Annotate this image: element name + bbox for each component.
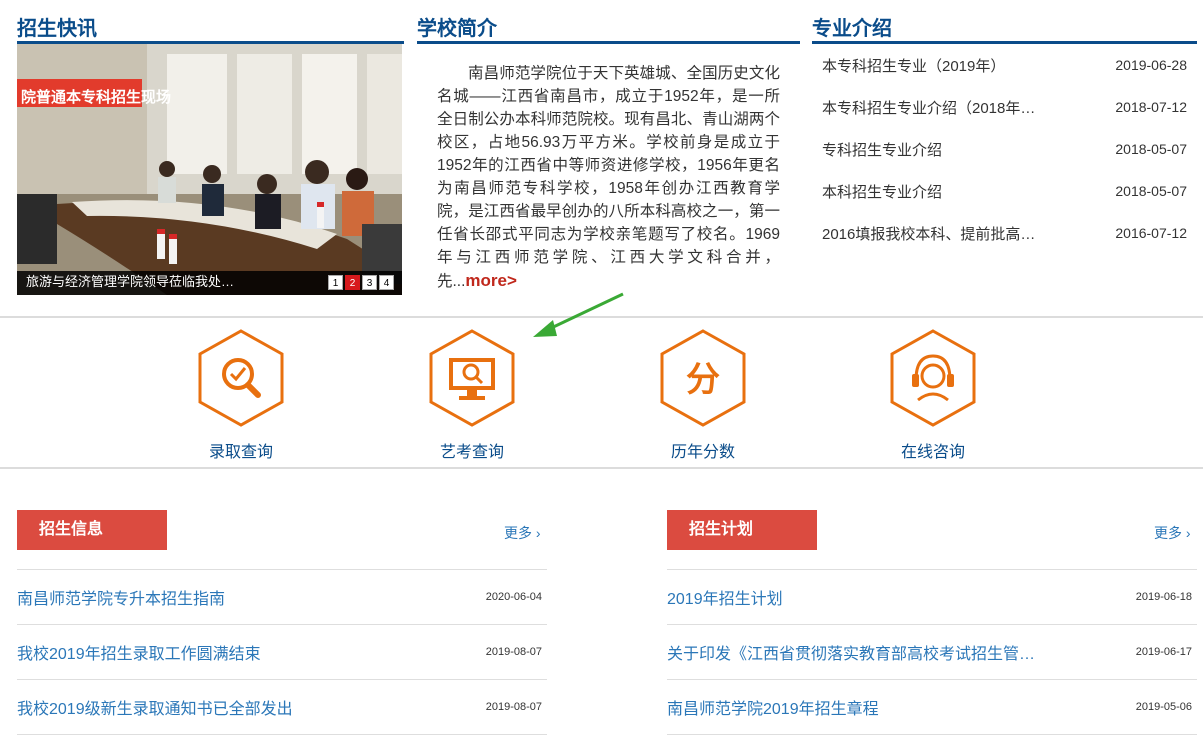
list-item[interactable]: 本科招生专业介绍 2018-05-07 xyxy=(812,170,1197,212)
intro-text: 南昌师范学院位于天下英雄城、全国历史文化名城——江西省南昌市，成立于1952年，… xyxy=(437,62,780,293)
list-item[interactable]: 本专科招生专业（2019年） 2019-06-28 xyxy=(812,44,1197,86)
slide-dot-2[interactable]: 2 xyxy=(345,275,360,290)
admissions-plan-list: 2019年招生计划 2019-06-18 关于印发《江西省贯彻落实教育部高校考试招… xyxy=(667,570,1197,735)
majors-list: 本专科招生专业（2019年） 2019-06-28 本专科招生专业介绍（2018年… xyxy=(812,44,1197,254)
slide-dot-1[interactable]: 1 xyxy=(328,275,343,290)
intro-body: 南昌师范学院位于天下英雄城、全国历史文化名城——江西省南昌市，成立于1952年，… xyxy=(437,65,780,290)
quick-link-label: 历年分数 xyxy=(670,444,735,461)
admissions-plan-item-title[interactable]: 南昌师范学院2019年招生章程 xyxy=(667,695,879,719)
score-icon: 分 xyxy=(660,329,746,427)
section-divider-bottom xyxy=(0,467,1203,469)
major-item-date: 2018-05-07 xyxy=(1115,141,1187,157)
slide-dot-4[interactable]: 4 xyxy=(379,275,394,290)
list-item[interactable]: 南昌师范学院专升本招生指南 2020-06-04 xyxy=(17,570,547,625)
major-item-date: 2016-07-12 xyxy=(1115,225,1187,241)
headset-icon xyxy=(890,329,976,427)
list-item[interactable]: 2019年招生计划 2019-06-18 xyxy=(667,570,1197,625)
quick-link-label: 录取查询 xyxy=(208,444,273,461)
admissions-info-tab: 招生信息 xyxy=(17,510,167,550)
slide-pager: 1 2 3 4 xyxy=(328,275,394,290)
admissions-info-list: 南昌师范学院专升本招生指南 2020-06-04 我校2019年招生录取工作圆满结… xyxy=(17,570,547,735)
major-item-title[interactable]: 2016填报我校本科、提前批高… xyxy=(822,223,1035,244)
quick-link-label: 在线咨询 xyxy=(900,444,965,461)
admissions-info-item-date: 2020-06-04 xyxy=(485,591,542,603)
admissions-plan-item-date: 2019-06-18 xyxy=(1135,591,1192,603)
list-item[interactable]: 2016填报我校本科、提前批高… 2016-07-12 xyxy=(812,212,1197,254)
major-item-title[interactable]: 本专科招生专业介绍（2018年… xyxy=(822,97,1035,118)
list-item[interactable]: 我校2019年招生录取工作圆满结束 2019-08-07 xyxy=(17,625,547,680)
monitor-search-icon xyxy=(429,329,515,427)
quick-link-art-exam-query[interactable]: 艺考查询 xyxy=(392,328,552,462)
admissions-plan-item-title[interactable]: 关于印发《江西省贯彻落实教育部高校考试招生管… xyxy=(667,640,1035,664)
admissions-info-more-link[interactable]: 更多 › xyxy=(504,523,541,543)
score-glyph: 分 xyxy=(686,360,720,400)
slide-caption[interactable]: 旅游与经济管理学院领导莅临我处… xyxy=(26,271,234,290)
quick-link-label: 艺考查询 xyxy=(439,444,504,461)
admissions-plan-item-title[interactable]: 2019年招生计划 xyxy=(667,585,783,609)
admissions-plan-more-link[interactable]: 更多 › xyxy=(1154,523,1191,543)
quick-link-admission-query[interactable]: 录取查询 xyxy=(161,328,321,462)
intro-title-rule xyxy=(417,41,800,44)
intro-title: 学校简介 xyxy=(417,18,497,40)
list-item[interactable]: 本专科招生专业介绍（2018年… 2018-07-12 xyxy=(812,86,1197,128)
slide-dot-3[interactable]: 3 xyxy=(362,275,377,290)
list-item[interactable]: 我校2019级新生录取通知书已全部发出 2019-08-07 xyxy=(17,680,547,735)
admissions-info-item-title[interactable]: 南昌师范学院专升本招生指南 xyxy=(17,585,225,609)
major-item-title[interactable]: 本科招生专业介绍 xyxy=(822,181,942,202)
major-item-date: 2018-07-12 xyxy=(1115,99,1187,115)
banner-text: 院普通本专科招生现场 xyxy=(21,89,172,106)
admissions-plan-tab: 招生计划 xyxy=(667,510,817,550)
admissions-info-item-title[interactable]: 我校2019年招生录取工作圆满结束 xyxy=(17,640,261,664)
major-item-title[interactable]: 本专科招生专业（2019年） xyxy=(822,55,1005,76)
quick-link-historical-scores[interactable]: 分 历年分数 xyxy=(623,328,783,462)
majors-title: 专业介绍 xyxy=(812,18,892,40)
list-item[interactable]: 南昌师范学院2019年招生章程 2019-05-06 xyxy=(667,680,1197,735)
news-title: 招生快讯 xyxy=(17,18,97,40)
news-photo xyxy=(17,44,402,295)
search-check-icon xyxy=(198,329,284,427)
admissions-plan-item-date: 2019-05-06 xyxy=(1135,701,1192,713)
list-item[interactable]: 关于印发《江西省贯彻落实教育部高校考试招生管… 2019-06-17 xyxy=(667,625,1197,680)
admissions-info-item-date: 2019-08-07 xyxy=(485,646,542,658)
list-item[interactable]: 专科招生专业介绍 2018-05-07 xyxy=(812,128,1197,170)
admissions-plan-item-date: 2019-06-17 xyxy=(1135,646,1192,658)
major-item-title[interactable]: 专科招生专业介绍 xyxy=(822,139,942,160)
major-item-date: 2018-05-07 xyxy=(1115,183,1187,199)
intro-more-link[interactable]: more> xyxy=(465,271,517,290)
admissions-info-item-date: 2019-08-07 xyxy=(485,701,542,713)
major-item-date: 2019-06-28 xyxy=(1115,57,1187,73)
quick-link-online-consult[interactable]: 在线咨询 xyxy=(853,328,1013,462)
admissions-info-item-title[interactable]: 我校2019级新生录取通知书已全部发出 xyxy=(17,695,293,719)
news-slideshow[interactable]: 院普通本专科招生现场 旅游与经济管理学院领导莅临我处… 1 2 3 4 xyxy=(17,44,402,295)
